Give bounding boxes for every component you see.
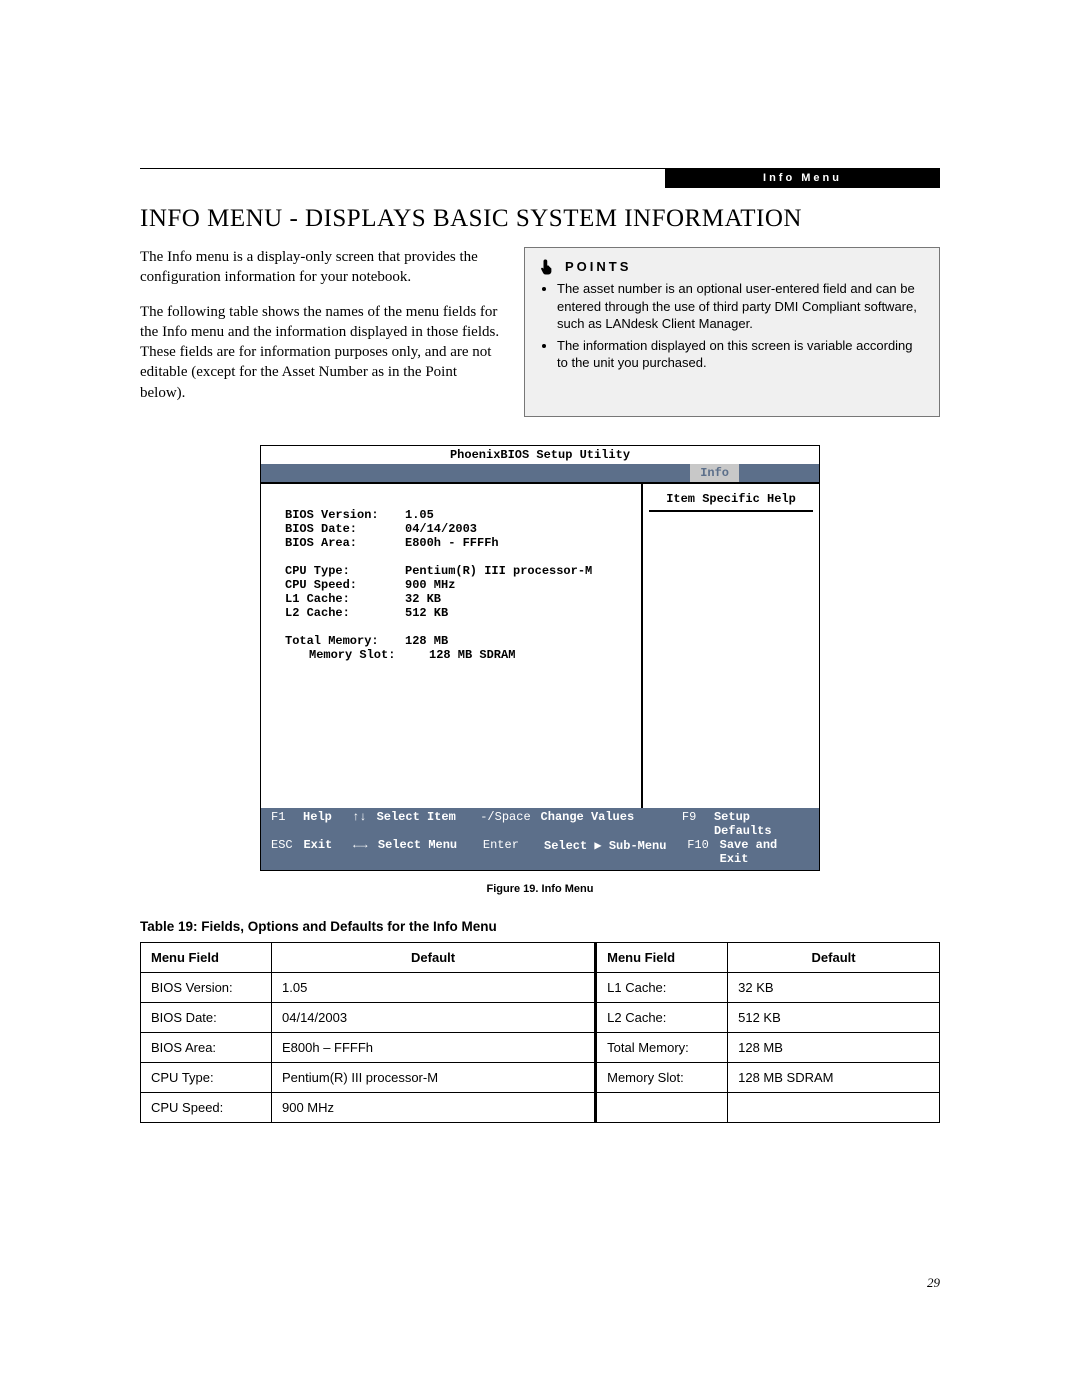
bios-field-label: BIOS Version:	[285, 508, 405, 522]
defaults-table: Menu Field Default Menu Field Default BI…	[140, 942, 940, 1123]
cell-field: CPU Speed:	[141, 1092, 272, 1122]
cell-default: 1.05	[272, 972, 596, 1002]
th-default: Default	[272, 942, 596, 972]
cell-field: BIOS Date:	[141, 1002, 272, 1032]
bios-window-title: PhoenixBIOS Setup Utility	[261, 446, 819, 464]
bios-help-pane: Item Specific Help	[641, 484, 819, 808]
cell-field: BIOS Area:	[141, 1032, 272, 1062]
cell-field	[596, 1092, 728, 1122]
bios-panel: PhoenixBIOS Setup Utility Info BIOS Vers…	[260, 445, 820, 871]
table-row: BIOS Version: 1.05 L1 Cache: 32 KB	[141, 972, 940, 1002]
bios-field-label: Memory Slot:	[309, 648, 429, 662]
figure-caption: Figure 19. Info Menu	[260, 883, 820, 895]
key-label: Enter	[483, 838, 544, 866]
key-label: F1	[271, 810, 303, 838]
points-title: POINTS	[565, 258, 631, 276]
bios-field-label: BIOS Date:	[285, 522, 405, 536]
key-label: ↑↓	[352, 810, 377, 838]
bios-field-label: CPU Type:	[285, 564, 405, 578]
cell-default: 32 KB	[728, 972, 940, 1002]
table-row: CPU Type: Pentium(R) III processor-M Mem…	[141, 1062, 940, 1092]
page-number: 29	[927, 1275, 940, 1291]
points-box: POINTS The asset number is an optional u…	[524, 247, 940, 417]
key-label: F10	[687, 838, 719, 866]
key-action: Select ▶ Sub-Menu	[544, 838, 687, 866]
cell-field: L2 Cache:	[596, 1002, 728, 1032]
key-label: F9	[682, 810, 714, 838]
th-menu-field: Menu Field	[141, 942, 272, 972]
th-default: Default	[728, 942, 940, 972]
bios-field-label: Total Memory:	[285, 634, 405, 648]
cell-default: 128 MB SDRAM	[728, 1062, 940, 1092]
bios-footer: F1 Help ↑↓ Select Item -/Space Change Va…	[261, 808, 819, 870]
key-action: Help	[303, 810, 352, 838]
points-item: The asset number is an optional user-ent…	[557, 280, 925, 333]
page: Info Menu INFO MENU - DISPLAYS BASIC SYS…	[0, 0, 1080, 1397]
cell-field: CPU Type:	[141, 1062, 272, 1092]
intro-p1: The Info menu is a display-only screen t…	[140, 247, 500, 288]
bios-field-value: 512 KB	[405, 606, 448, 620]
cell-field: Memory Slot:	[596, 1062, 728, 1092]
bios-field-label: BIOS Area:	[285, 536, 405, 550]
bios-fields: BIOS Version:1.05 BIOS Date:04/14/2003 B…	[261, 484, 641, 808]
bios-field-value: 128 MB	[405, 634, 448, 648]
bios-field-value: 900 MHz	[405, 578, 455, 592]
bios-field-value: 32 KB	[405, 592, 441, 606]
cell-default: E800h – FFFFh	[272, 1032, 596, 1062]
key-action: Change Values	[541, 810, 682, 838]
key-label: ESC	[271, 838, 303, 866]
bios-field-value: 1.05	[405, 508, 434, 522]
key-action: Exit	[303, 838, 353, 866]
bios-field-value: Pentium(R) III processor-M	[405, 564, 592, 578]
bios-field-value: 04/14/2003	[405, 522, 477, 536]
cell-default: Pentium(R) III processor-M	[272, 1062, 596, 1092]
key-action: Select Menu	[378, 838, 483, 866]
intro-text: The Info menu is a display-only screen t…	[140, 247, 500, 417]
bios-field-label: L1 Cache:	[285, 592, 405, 606]
page-title: INFO MENU - DISPLAYS BASIC SYSTEM INFORM…	[140, 205, 940, 233]
cell-field: L1 Cache:	[596, 972, 728, 1002]
table-row: CPU Speed: 900 MHz	[141, 1092, 940, 1122]
bios-field-label: CPU Speed:	[285, 578, 405, 592]
points-item: The information displayed on this screen…	[557, 337, 925, 372]
header-tab: Info Menu	[665, 168, 940, 188]
cell-field: Total Memory:	[596, 1032, 728, 1062]
bios-field-value: 128 MB SDRAM	[429, 648, 515, 662]
key-action: Setup Defaults	[714, 810, 809, 838]
bios-tab-info: Info	[690, 464, 739, 482]
key-action: Select Item	[377, 810, 481, 838]
cell-default: 128 MB	[728, 1032, 940, 1062]
table-title: Table 19: Fields, Options and Defaults f…	[140, 919, 940, 934]
intro-p2: The following table shows the names of t…	[140, 302, 500, 403]
cell-default: 900 MHz	[272, 1092, 596, 1122]
cell-field: BIOS Version:	[141, 972, 272, 1002]
key-label: ←→	[353, 838, 378, 866]
bios-field-label: L2 Cache:	[285, 606, 405, 620]
cell-default	[728, 1092, 940, 1122]
bios-help-title: Item Specific Help	[649, 490, 813, 512]
table-row: BIOS Date: 04/14/2003 L2 Cache: 512 KB	[141, 1002, 940, 1032]
bios-field-value: E800h - FFFFh	[405, 536, 499, 550]
hand-point-icon	[539, 258, 557, 276]
key-action: Save and Exit	[720, 838, 809, 866]
bios-tab-bar: Info	[261, 464, 819, 482]
key-label: -/Space	[480, 810, 540, 838]
cell-default: 512 KB	[728, 1002, 940, 1032]
table-row: BIOS Area: E800h – FFFFh Total Memory: 1…	[141, 1032, 940, 1062]
th-menu-field: Menu Field	[596, 942, 728, 972]
cell-default: 04/14/2003	[272, 1002, 596, 1032]
